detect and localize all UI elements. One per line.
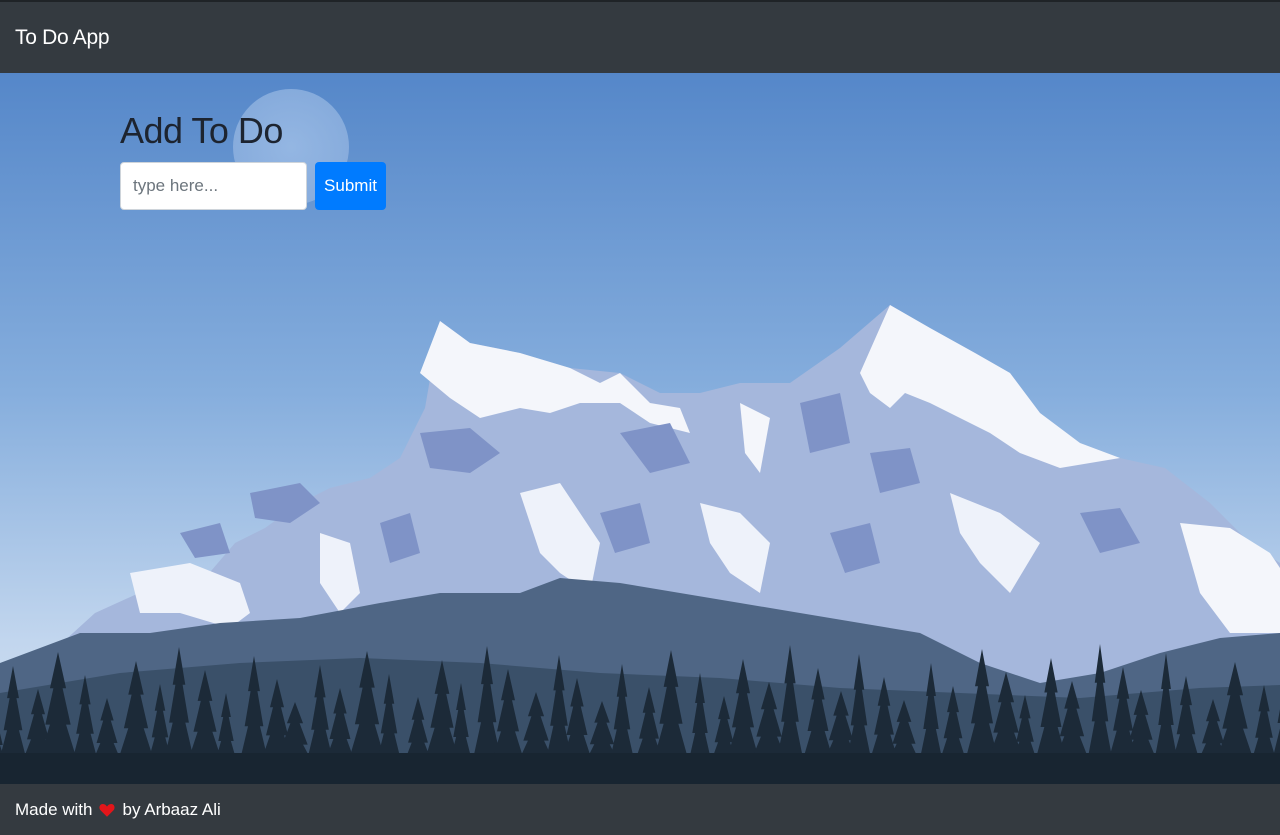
hero-background: Add To Do Submit xyxy=(0,73,1280,784)
footer-suffix: by Arbaaz Ali xyxy=(122,799,221,819)
form-title: Add To Do xyxy=(120,110,283,151)
submit-button[interactable]: Submit xyxy=(315,162,386,210)
heart-icon xyxy=(98,801,116,819)
add-todo-form: Add To Do Submit xyxy=(120,111,386,210)
navbar: To Do App xyxy=(0,0,1280,73)
footer: Made with by Arbaaz Ali xyxy=(0,784,1280,835)
todo-input[interactable] xyxy=(120,162,307,210)
form-row: Submit xyxy=(120,162,386,210)
navbar-brand[interactable]: To Do App xyxy=(15,26,110,50)
footer-prefix: Made with xyxy=(15,799,93,819)
